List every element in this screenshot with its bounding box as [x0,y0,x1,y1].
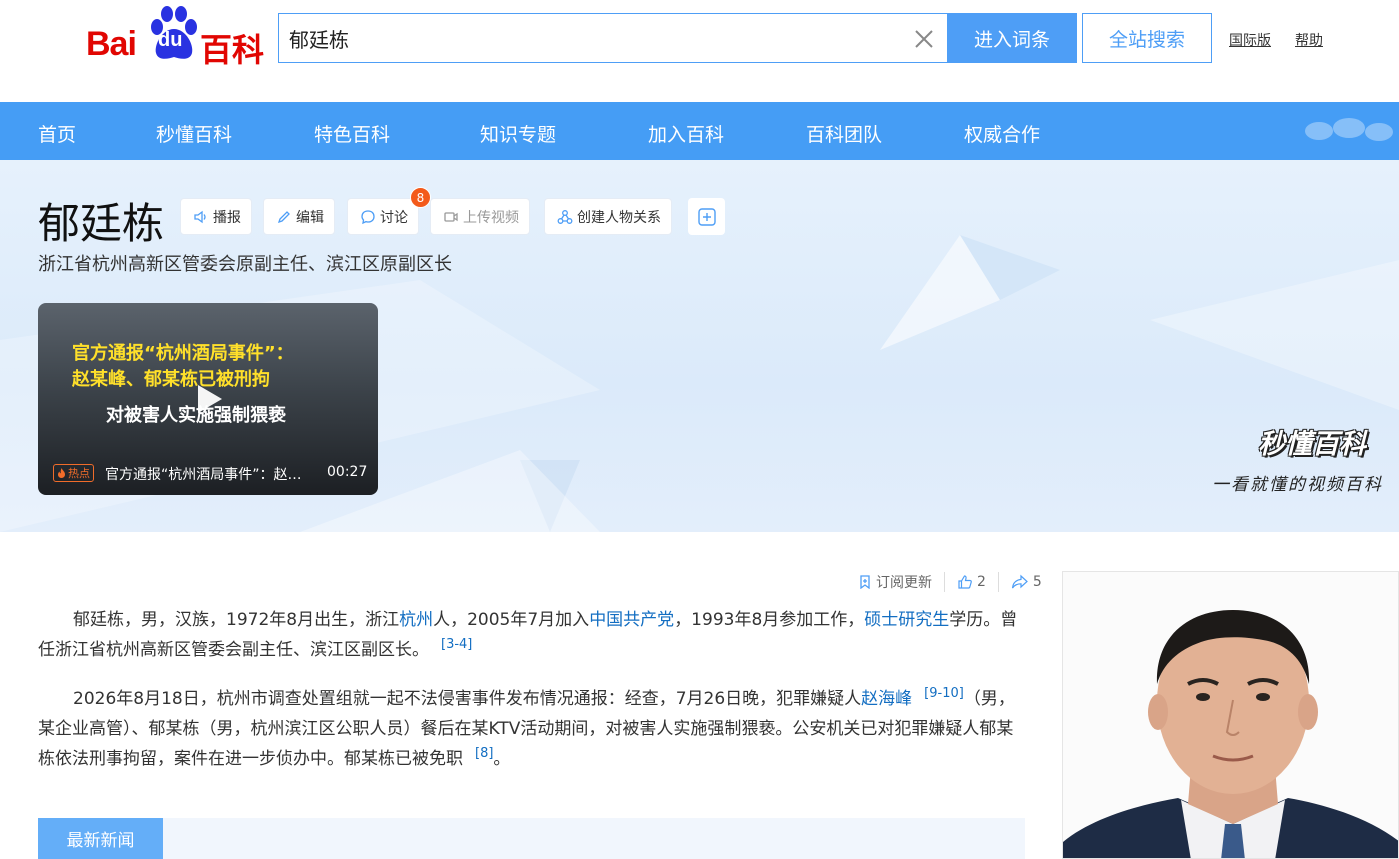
summary-paragraph-1: 郁廷栋，男，汉族，1972年8月出生，浙江杭州人，2005年7月加入中国共产党，… [38,605,1028,665]
clear-icon[interactable] [911,26,937,52]
miaodong-logo: 秒懂百科 [1258,429,1366,460]
like-count: 2 [977,574,986,590]
help-link[interactable]: 帮助 [1295,30,1323,50]
entry-hero: 郁廷栋 播报 编辑 讨论 8 上传视频 创建人物关系 浙江省杭州高新区管委会原副… [0,160,1399,532]
nav-item-cooperation[interactable]: 权威合作 [964,120,1040,147]
reference-link[interactable]: [9-10] [924,686,964,701]
summary-text: 郁廷栋，男，汉族，1972年8月出生，浙江 [73,610,400,630]
pencil-icon [277,210,290,223]
video-title: 官方通报“杭州酒局事件”：赵某峰、郁某栋已被刑拘 [105,467,315,483]
nav-item-team[interactable]: 百科团队 [806,120,882,147]
logo-du-text: du [158,29,183,51]
like-button[interactable]: 2 [957,574,986,590]
comment-icon [361,209,375,224]
link-ccp[interactable]: 中国共产党 [589,610,674,630]
upload-video-label: 上传视频 [463,209,519,226]
link-hangzhou[interactable]: 杭州 [399,610,433,630]
nav-item-home[interactable]: 首页 [38,120,76,147]
create-relation-button[interactable]: 创建人物关系 [544,198,672,235]
nav-decoration [1305,118,1393,141]
share-icon [1011,574,1028,589]
site-search-button[interactable]: 全站搜索 [1082,13,1212,63]
enter-entry-button[interactable]: 进入词条 [947,13,1077,63]
share-button[interactable]: 5 [1011,574,1042,590]
discuss-count-badge: 8 [410,187,431,208]
speaker-icon [194,210,206,223]
discuss-button[interactable]: 讨论 [347,198,419,235]
thumbs-up-icon [958,575,972,589]
subscribe-label: 订阅更新 [876,575,932,591]
upload-video-button[interactable]: 上传视频 [430,198,530,235]
search-box [278,13,948,63]
divider [944,572,945,592]
link-masters[interactable]: 硕士研究生 [864,610,949,630]
reference-link[interactable]: [8] [475,746,493,761]
nav-item-topics[interactable]: 知识专题 [480,120,556,147]
broadcast-button[interactable]: 播报 [180,198,252,235]
site-header: Bai du 百科 进入词条 全站搜索 国际版 帮助 [0,0,1399,102]
logo-bai-text: Bai [86,25,137,63]
logo-baike-text: 百科 [200,31,265,69]
summary-text: ，1993年8月参加工作， [674,610,865,630]
plus-icon [697,207,716,226]
subscribe-icon [860,575,870,589]
summary-paragraph-2: 2026年8月18日，杭州市调查处置组就一起不法侵害事件发布情况通报：经查，7月… [38,684,1028,774]
entry-photo[interactable] [1062,571,1399,859]
broadcast-label: 播报 [213,209,241,226]
summary-text: 。 [493,749,511,769]
relation-icon [557,209,573,224]
flame-icon [58,468,65,478]
news-section-bar: 最新新闻 [38,818,1025,859]
edit-label: 编辑 [296,209,324,226]
video-duration: 00:27 [327,464,368,480]
play-icon[interactable] [190,381,226,417]
hot-label: 热点 [68,467,90,480]
nav-item-miaodong[interactable]: 秒懂百科 [156,120,232,147]
subscribe-button[interactable]: 订阅更新 [858,572,932,592]
edit-button[interactable]: 编辑 [263,198,335,235]
video-camera-icon [444,211,458,222]
baidu-baike-logo[interactable]: Bai du 百科 [86,5,266,69]
link-zhao-haifeng[interactable]: 赵海峰 [861,689,912,709]
person-portrait [1063,572,1398,858]
summary-text: 人，2005年7月加入 [433,610,590,630]
miaodong-slogan: 一看就懂的视频百科 [1212,475,1383,495]
nav-item-featured[interactable]: 特色百科 [314,120,390,147]
entry-actions: 订阅更新 2 5 [858,572,1042,592]
latest-news-tab[interactable]: 最新新闻 [38,818,163,859]
entry-content: 订阅更新 2 5 郁廷栋，男，汉族，1972年8月出生，浙江杭州人，2005年7… [0,532,1399,859]
divider [997,572,999,592]
search-input[interactable] [289,14,889,62]
entry-subtitle: 浙江省杭州高新区管委会原副主任、滨江区原副区长 [38,254,452,275]
entry-title: 郁廷栋 [38,199,165,248]
international-link[interactable]: 国际版 [1229,30,1271,50]
create-relation-label: 创建人物关系 [577,209,661,226]
main-nav: 首页 秒懂百科 特色百科 知识专题 加入百科 百科团队 权威合作 [0,102,1399,160]
video-caption-line2: 赵某峰、郁某栋已被刑拘 [72,369,270,390]
share-count: 5 [1032,574,1042,590]
add-button[interactable] [688,198,725,235]
summary-text: 2026年8月18日，杭州市调查处置组就一起不法侵害事件发布情况通报：经查，7月… [73,689,862,709]
nav-item-join[interactable]: 加入百科 [648,120,724,147]
video-caption-line1: 官方通报“杭州酒局事件”： [72,343,294,364]
video-card[interactable]: 官方通报“杭州酒局事件”： 赵某峰、郁某栋已被刑拘 对被害人实施强制猥亵 热点 … [38,303,378,495]
discuss-label: 讨论 [380,209,408,226]
hot-badge: 热点 [53,464,94,482]
reference-link[interactable]: [3-4] [441,637,472,652]
